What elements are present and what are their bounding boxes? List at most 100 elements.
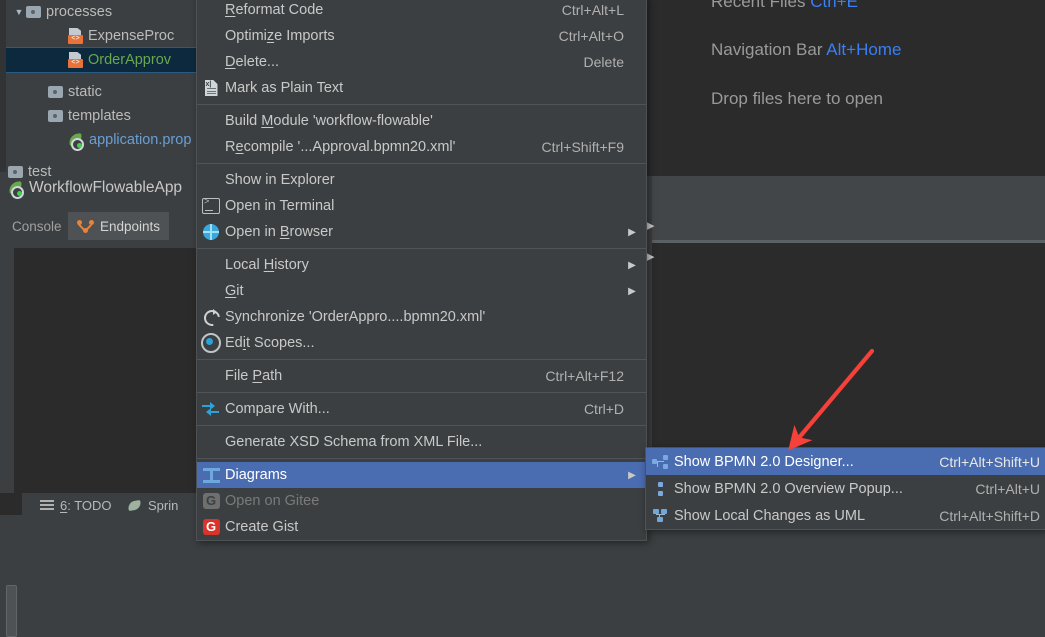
project-tree-panel[interactable]: ▼ processes <> ExpenseProc <> OrderApprov stat… — [0, 0, 265, 199]
submenu-item[interactable]: Show BPMN 2.0 Overview Popup... Ctrl+Alt+… — [646, 475, 1045, 502]
menu-item[interactable]: Git ▶ — [197, 278, 646, 304]
menu-item-icon-slot — [197, 0, 225, 23]
tree-item-label: WorkflowFlowableApp — [29, 179, 183, 196]
menu-item-icon-slot — [197, 429, 225, 455]
tree-item[interactable]: WorkflowFlowableApp — [0, 176, 204, 200]
tree-item[interactable]: ▼ processes — [0, 0, 224, 24]
status-bar-item[interactable]: 6: TODO — [40, 495, 112, 515]
menu-item-icon-slot — [197, 363, 225, 389]
editor-hint-line: Navigation Bar Alt+Home — [711, 40, 901, 60]
menu-item-shortcut: Ctrl+Alt+O — [558, 28, 624, 44]
project-tree-gutter — [0, 0, 6, 172]
menu-item-icon-slot: G — [197, 488, 225, 514]
chevron-down-icon[interactable]: ▼ — [12, 7, 26, 17]
diagram-icon — [202, 467, 220, 483]
submenu-item-icon-slot — [646, 476, 674, 502]
gitee-icon: G — [202, 493, 220, 509]
submenu-item-label: Show BPMN 2.0 Overview Popup... — [674, 480, 903, 497]
menu-item-label: Delete... — [225, 54, 280, 70]
menu-item-label: Recompile '...Approval.bpmn20.xml' — [225, 139, 456, 155]
menu-item-icon-slot — [197, 108, 225, 134]
menu-item-icon-slot — [197, 219, 225, 245]
editor-hint-shortcut: Ctrl+E — [805, 0, 858, 11]
menu-item[interactable]: Synchronize 'OrderAppro....bpmn20.xml' — [197, 304, 646, 330]
submenu-item-shortcut: Ctrl+Alt+Shift+D — [939, 507, 1040, 524]
menu-item-icon-slot — [197, 252, 225, 278]
submenu-item[interactable]: Show Local Changes as UML Ctrl+Alt+Shift+… — [646, 502, 1045, 529]
spring-leaf-icon — [68, 132, 84, 151]
tree-item-label: templates — [68, 108, 131, 124]
panel-expand-arrow-1[interactable]: ▶ — [646, 219, 654, 232]
status-bar-item[interactable]: Sprin — [127, 495, 179, 515]
menu-item[interactable]: Compare With... Ctrl+D — [197, 396, 646, 422]
menu-item-label: Local History — [225, 257, 309, 273]
menu-item-shortcut: Delete — [583, 54, 624, 70]
sync-icon — [203, 309, 219, 325]
menu-item-label: Synchronize 'OrderAppro....bpmn20.xml' — [225, 309, 486, 325]
menu-item-label: Open in Terminal — [225, 198, 335, 214]
status-bar-label: Sprin — [148, 497, 179, 513]
menu-item[interactable]: x| Mark as Plain Text — [197, 75, 646, 101]
menu-item[interactable]: Edit Scopes... — [197, 330, 646, 356]
folder-icon — [48, 86, 63, 98]
tree-item-label: application.prop — [89, 132, 192, 148]
spring-leaf-icon — [8, 180, 24, 199]
xml-file-icon: <> — [68, 52, 83, 68]
menu-item[interactable]: Diagrams ▶ — [197, 462, 646, 488]
submenu-item-label: Show Local Changes as UML — [674, 507, 866, 524]
submenu-arrow-icon: ▶ — [628, 285, 636, 297]
editor-hints: Recent Files Ctrl+E Navigation Bar Alt+Ho… — [645, 0, 1045, 176]
menu-item-shortcut: Ctrl+Shift+F9 — [541, 139, 624, 155]
tree-item-label: ExpenseProc — [88, 28, 175, 44]
tab-console[interactable]: Console — [4, 214, 70, 238]
terminal-icon — [202, 197, 220, 214]
submenu-item-icon-slot — [646, 449, 674, 475]
menu-item-label: Create Gist — [225, 519, 299, 535]
menu-item-label: Generate XSD Schema from XML File... — [225, 434, 483, 450]
run-icon[interactable] — [0, 493, 22, 515]
menu-item[interactable]: Generate XSD Schema from XML File... — [197, 429, 646, 455]
tab-endpoints[interactable]: Endpoints — [68, 212, 170, 240]
menu-item[interactable]: Open in Browser ▶ — [197, 219, 646, 245]
menu-item-label: Diagrams — [225, 467, 288, 483]
menu-item[interactable]: Recompile '...Approval.bpmn20.xml' Ctrl+S… — [197, 134, 646, 160]
menu-item[interactable]: File Path Ctrl+Alt+F12 — [197, 363, 646, 389]
scope-icon — [201, 333, 221, 353]
menu-item-label: Show in Explorer — [225, 172, 335, 188]
submenu-item-label: Show BPMN 2.0 Designer... — [674, 453, 854, 470]
submenu-item[interactable]: Show BPMN 2.0 Designer... Ctrl+Alt+Shift+… — [646, 448, 1045, 475]
menu-item-icon-slot: x| — [197, 75, 225, 101]
editor-hint-text: Navigation Bar — [711, 40, 823, 59]
submenu-item-shortcut: Ctrl+Alt+Shift+U — [939, 453, 1040, 470]
console-output — [14, 248, 196, 493]
endpoints-icon — [77, 219, 94, 234]
menu-item[interactable]: Open in Terminal — [197, 193, 646, 219]
menu-item-label: Edit Scopes... — [225, 335, 315, 351]
menu-separator — [197, 359, 646, 360]
menu-separator — [197, 425, 646, 426]
globe-icon — [203, 224, 219, 240]
menu-item-icon-slot — [197, 167, 225, 193]
menu-separator — [197, 458, 646, 459]
menu-item[interactable]: Show in Explorer — [197, 167, 646, 193]
menu-item-icon-slot — [197, 396, 225, 422]
vertical-scrollbar-thumb[interactable] — [6, 585, 17, 637]
menu-item[interactable]: Delete... Delete — [197, 49, 646, 75]
menu-item[interactable]: G Create Gist — [197, 514, 646, 540]
menu-item[interactable]: Local History ▶ — [197, 252, 646, 278]
diagrams-submenu[interactable]: Show BPMN 2.0 Designer... Ctrl+Alt+Shift+… — [645, 447, 1045, 530]
submenu-arrow-icon: ▶ — [628, 259, 636, 271]
menu-separator — [197, 392, 646, 393]
xml-file-icon: <> — [68, 28, 83, 44]
menu-item[interactable]: Optimize Imports Ctrl+Alt+O — [197, 23, 646, 49]
context-menu[interactable]: Reformat Code Ctrl+Alt+L Optimize Imports C… — [196, 0, 647, 541]
panel-expand-arrow-2[interactable]: ▶ — [646, 250, 654, 263]
menu-item: G Open on Gitee — [197, 488, 646, 514]
tree-item-label: static — [68, 84, 102, 100]
menu-item-icon-slot — [197, 462, 225, 488]
tree-item-label: processes — [46, 4, 113, 20]
editor-hint-line: Drop files here to open — [711, 89, 883, 109]
menu-item[interactable]: Reformat Code Ctrl+Alt+L — [197, 0, 646, 23]
uml-icon — [652, 508, 669, 523]
menu-item[interactable]: Build Module 'workflow-flowable' — [197, 108, 646, 134]
